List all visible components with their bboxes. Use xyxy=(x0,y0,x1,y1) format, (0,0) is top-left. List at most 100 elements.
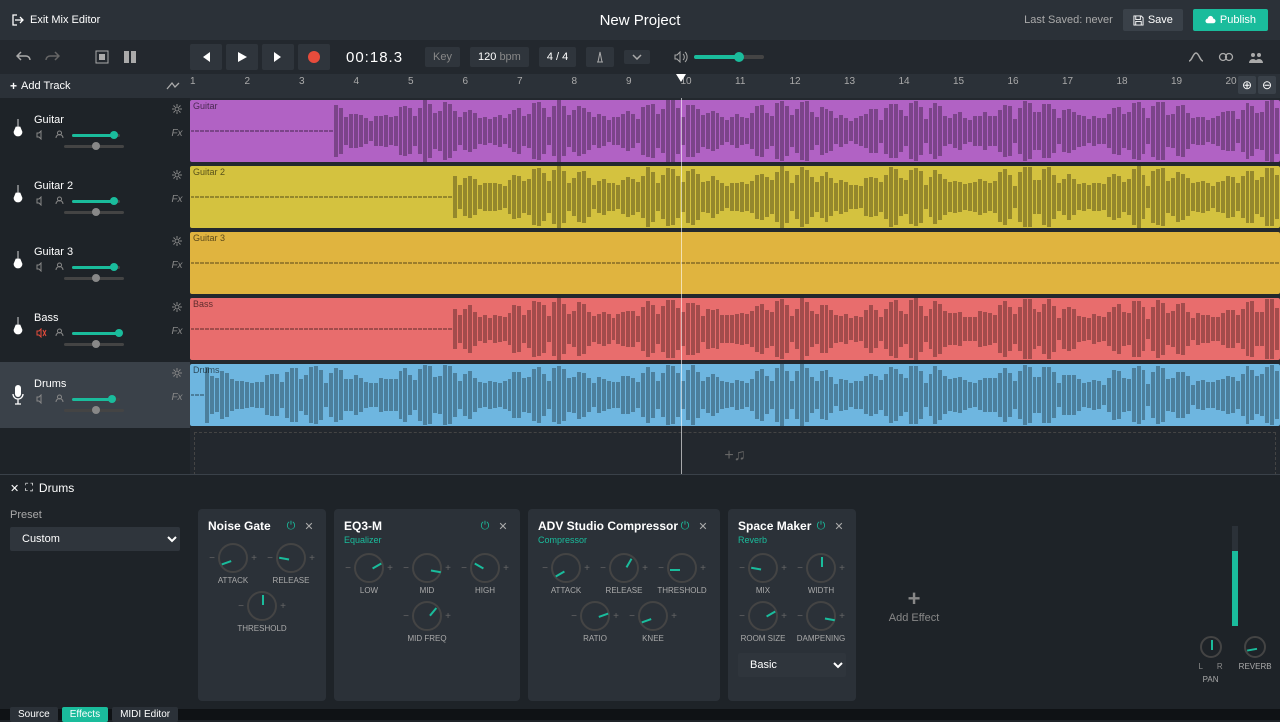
track-volume-slider[interactable] xyxy=(72,332,120,335)
effect-close-button[interactable]: ✕ xyxy=(832,519,846,533)
track-options-button[interactable] xyxy=(166,81,180,91)
track-fx-button[interactable]: Fx xyxy=(171,260,182,271)
audio-clip[interactable]: Bass xyxy=(190,298,1280,360)
track-fx-button[interactable]: Fx xyxy=(171,128,182,139)
track-fx-button[interactable]: Fx xyxy=(171,392,182,403)
track-head-guitar-3[interactable]: Guitar 3 Fx xyxy=(0,230,190,296)
dropdown-button[interactable] xyxy=(624,50,650,64)
expand-effects-button[interactable]: ⛶ xyxy=(25,482,33,495)
master-volume-slider[interactable] xyxy=(694,55,764,59)
zoom-out-button[interactable]: ⊖ xyxy=(1258,76,1276,94)
knob-ratio[interactable] xyxy=(580,601,610,631)
track-pan-slider[interactable] xyxy=(64,277,124,280)
solo-button[interactable] xyxy=(52,194,66,208)
bpm-field[interactable]: 120 bpm xyxy=(470,47,529,67)
publish-button[interactable]: Publish xyxy=(1193,9,1268,31)
play-button[interactable] xyxy=(226,44,258,70)
track-head-guitar[interactable]: Guitar Fx xyxy=(0,98,190,164)
split-view-button[interactable] xyxy=(120,47,140,67)
knob-threshold[interactable] xyxy=(247,591,277,621)
track-settings-button[interactable] xyxy=(170,234,184,248)
knob-mid[interactable] xyxy=(412,553,442,583)
knob-room-size[interactable] xyxy=(748,601,778,631)
knob-knee[interactable] xyxy=(638,601,668,631)
knob-mix[interactable] xyxy=(748,553,778,583)
add-track-button[interactable]: + Add Track xyxy=(10,79,71,93)
solo-button[interactable] xyxy=(52,326,66,340)
ruler-measure: 1 xyxy=(190,76,196,87)
key-field[interactable]: Key xyxy=(425,47,460,67)
effect-power-button[interactable]: ⏻ xyxy=(284,519,298,533)
knob-release[interactable] xyxy=(609,553,639,583)
track-volume-slider[interactable] xyxy=(72,134,120,137)
effect-power-button[interactable]: ⏻ xyxy=(814,519,828,533)
track-pan-slider[interactable] xyxy=(64,211,124,214)
solo-button[interactable] xyxy=(52,392,66,406)
effect-power-button[interactable]: ⏻ xyxy=(678,519,692,533)
effect-power-button[interactable]: ⏻ xyxy=(478,519,492,533)
track-pan-slider[interactable] xyxy=(64,343,124,346)
track-settings-button[interactable] xyxy=(170,168,184,182)
track-head-bass[interactable]: Bass Fx xyxy=(0,296,190,362)
track-fx-button[interactable]: Fx xyxy=(171,194,182,205)
track-settings-button[interactable] xyxy=(170,366,184,380)
solo-button[interactable] xyxy=(52,128,66,142)
effect-close-button[interactable]: ✕ xyxy=(496,519,510,533)
audio-clip[interactable]: Guitar 3 xyxy=(190,232,1280,294)
save-button[interactable]: Save xyxy=(1123,9,1183,31)
add-effect-button[interactable]: +Add Effect xyxy=(864,509,964,701)
record-button[interactable] xyxy=(298,44,330,70)
audio-clip[interactable]: Drums xyxy=(190,364,1280,426)
collaborate-button[interactable] xyxy=(1246,47,1266,67)
time-signature-field[interactable]: 4 / 4 xyxy=(539,47,576,67)
effect-preset-select[interactable]: Basic xyxy=(738,653,846,677)
track-pan-slider[interactable] xyxy=(64,409,124,412)
pan-knob[interactable] xyxy=(1200,636,1222,658)
audio-clip[interactable]: Guitar xyxy=(190,100,1280,162)
knob-threshold[interactable] xyxy=(667,553,697,583)
knob-attack[interactable] xyxy=(551,553,581,583)
track-head-guitar-2[interactable]: Guitar 2 Fx xyxy=(0,164,190,230)
audio-clip[interactable]: Guitar 2 xyxy=(190,166,1280,228)
mute-button[interactable] xyxy=(34,392,48,406)
redo-button[interactable] xyxy=(42,47,62,67)
knob-width[interactable] xyxy=(806,553,836,583)
close-effects-button[interactable]: ✕ xyxy=(10,482,19,495)
mute-button[interactable] xyxy=(34,326,48,340)
knob-attack[interactable] xyxy=(218,543,248,573)
exit-mix-editor-button[interactable]: Exit Mix Editor xyxy=(12,14,100,26)
skip-back-button[interactable] xyxy=(190,44,222,70)
track-head-drums[interactable]: Drums Fx xyxy=(0,362,190,428)
mute-button[interactable] xyxy=(34,128,48,142)
track-volume-slider[interactable] xyxy=(72,398,120,401)
effect-close-button[interactable]: ✕ xyxy=(696,519,710,533)
track-settings-button[interactable] xyxy=(170,102,184,116)
skip-forward-button[interactable] xyxy=(262,44,294,70)
reverb-knob[interactable] xyxy=(1244,636,1266,658)
timeline-ruler[interactable]: ⊕ ⊖ 123456789101112131415161718192021 xyxy=(190,74,1280,98)
snap-button[interactable] xyxy=(92,47,112,67)
crossfade-button[interactable] xyxy=(1186,47,1206,67)
knob-release[interactable] xyxy=(276,543,306,573)
track-pan-slider[interactable] xyxy=(64,145,124,148)
knob-dampening[interactable] xyxy=(806,601,836,631)
preset-select[interactable]: Custom xyxy=(10,527,180,551)
solo-button[interactable] xyxy=(52,260,66,274)
effect-close-button[interactable]: ✕ xyxy=(302,519,316,533)
knob-high[interactable] xyxy=(470,553,500,583)
track-volume-slider[interactable] xyxy=(72,200,120,203)
mute-button[interactable] xyxy=(34,260,48,274)
knob-low[interactable] xyxy=(354,553,384,583)
zoom-in-button[interactable]: ⊕ xyxy=(1238,76,1256,94)
mute-button[interactable] xyxy=(34,194,48,208)
track-fx-button[interactable]: Fx xyxy=(171,326,182,337)
metronome-button[interactable] xyxy=(586,47,614,67)
undo-button[interactable] xyxy=(14,47,34,67)
track-volume-slider[interactable] xyxy=(72,266,120,269)
timecode[interactable]: 00:18.3 xyxy=(334,49,415,66)
knob-mid-freq[interactable] xyxy=(412,601,442,631)
loop-button[interactable] xyxy=(1216,47,1236,67)
ruler-measure: 4 xyxy=(354,76,360,87)
drop-zone[interactable]: +♫ xyxy=(194,432,1276,474)
track-settings-button[interactable] xyxy=(170,300,184,314)
